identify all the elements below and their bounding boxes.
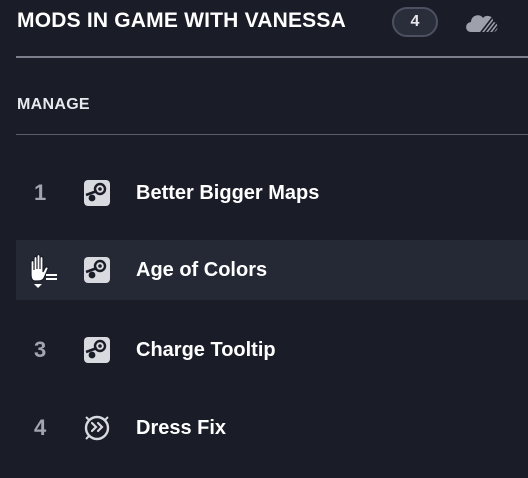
panel-title: MODS IN GAME WITH VANESSA (17, 9, 346, 32)
mod-name: Better Bigger Maps (136, 182, 320, 204)
mod-row[interactable]: 4 Dress Fix (16, 398, 528, 458)
mod-name: Dress Fix (136, 417, 227, 439)
mod-load-order-number: 4 (34, 415, 47, 440)
grab-hand-icon (30, 253, 57, 288)
mod-row[interactable]: 1 Better Bigger Maps (16, 163, 528, 223)
mods-panel: MODS IN GAME WITH VANESSA 4 MANAGE 1 Bet… (0, 0, 528, 478)
mod-load-order-number: 1 (34, 180, 47, 205)
mod-load-order-number: 3 (34, 337, 47, 362)
mod-count-badge: 4 (392, 7, 438, 37)
mod-name: Age of Colors (136, 259, 268, 281)
cloud-sync-icon (466, 15, 498, 32)
steam-icon (83, 336, 111, 364)
steam-icon (83, 256, 111, 284)
section-divider (16, 134, 528, 135)
mod-row[interactable]: Age of Colors (16, 240, 528, 300)
drag-handle[interactable] (22, 250, 62, 290)
manage-section-label: MANAGE (17, 96, 90, 113)
cloud-sync-button[interactable] (462, 8, 500, 36)
paradox-icon (83, 414, 111, 442)
mod-name: Charge Tooltip (136, 339, 276, 361)
panel-header: MODS IN GAME WITH VANESSA 4 (0, 0, 528, 56)
header-divider (16, 56, 528, 58)
mod-row[interactable]: 3 Charge Tooltip (16, 320, 528, 380)
steam-icon (83, 179, 111, 207)
